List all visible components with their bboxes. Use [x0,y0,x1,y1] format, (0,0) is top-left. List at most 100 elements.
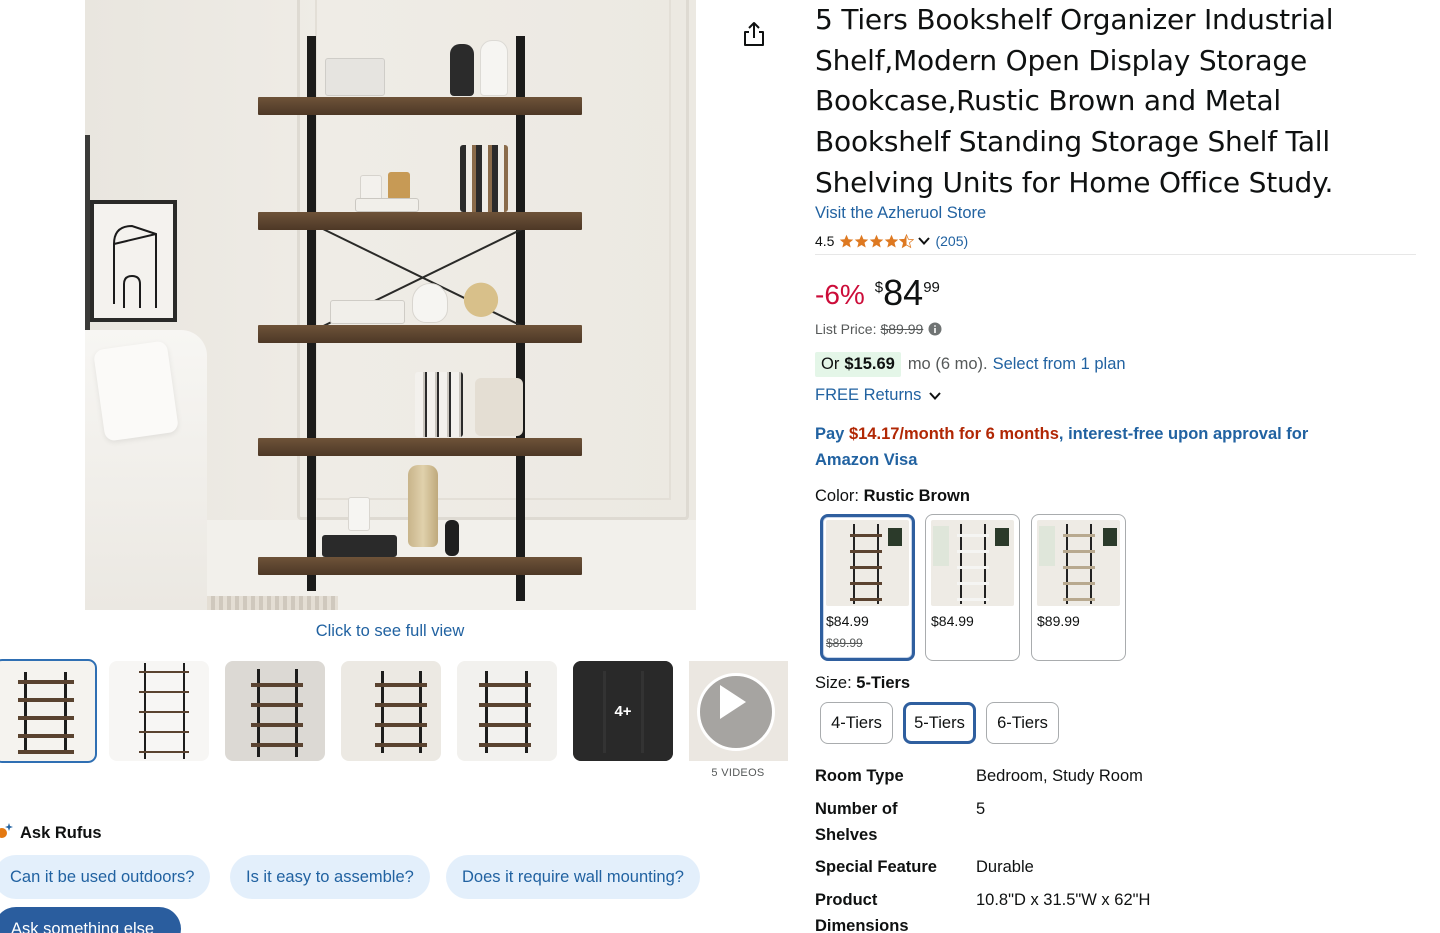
thumbnail-3[interactable] [225,661,325,761]
shelf-decor [480,40,508,96]
shelf-decor [322,535,397,557]
rufus-sparkle-icon [0,822,14,840]
shelf-decor [457,265,505,323]
product-title: 5 Tiers Bookshelf Organizer Industrial S… [815,3,1334,199]
video-thumbnail[interactable] [689,661,788,761]
sofa-cushion [92,340,180,442]
star-icon [885,234,899,247]
plan-amount: $15.69 [844,355,895,373]
discount-percent: -6% [815,279,865,310]
shelf-decor [348,497,370,531]
chevron-down-icon[interactable] [917,234,931,248]
visa-promo[interactable]: Pay $14.17/month for 6 months, interest-… [815,422,1375,473]
color-swatch-3[interactable]: $89.99 [1031,514,1126,661]
size-option-6-tiers[interactable]: 6-Tiers [986,702,1059,744]
spec-key-room-type: Room Type [815,767,904,785]
price-block: -6% $ 84 99 [815,271,940,315]
free-returns-dropdown[interactable]: FREE Returns [815,386,942,405]
swatch-price: $84.99 [931,613,974,629]
spec-value-special-feature: Durable [976,858,1034,876]
star-icon [870,234,884,247]
swatch-image [931,520,1014,606]
store-link[interactable]: Visit the Azheruol Store [815,204,986,223]
spec-key-number-of-shelves: Number of Shelves [815,800,898,844]
shelf-decor [330,300,405,324]
thumbnail-more[interactable]: 4+ [573,661,673,761]
shelf-board [258,438,582,456]
shelf-decor [445,520,459,556]
spec-key-special-feature: Special Feature [815,858,937,876]
list-price-label: List Price: [815,321,877,337]
shelf-board [258,97,582,115]
swatch-list-price: $89.99 [826,636,863,650]
size-label: Size: 5-Tiers [815,674,910,693]
plan-or: Or [821,355,840,373]
rufus-chip-assemble[interactable]: Is it easy to assemble? [230,855,430,899]
color-label-prefix: Color: [815,487,864,505]
swatch-price: $84.99 [826,613,869,629]
shelf-decor [325,58,385,96]
free-returns-label: FREE Returns [815,386,922,404]
price-fraction: 99 [923,279,940,296]
shelf-decor [415,372,463,437]
spec-value-number-of-shelves: 5 [976,800,986,818]
shelf-decor [450,44,474,96]
info-icon[interactable] [928,322,942,336]
color-swatch-rustic-brown[interactable]: $84.99 $89.99 [820,514,915,661]
rating-stars[interactable] [839,233,915,249]
swatch-image [1037,520,1120,606]
color-label: Color: Rustic Brown [815,487,970,506]
installment-plan: Or $15.69 mo (6 mo). Select from 1 plan [815,352,1126,377]
visa-prefix: Pay [815,425,849,443]
swatch-image [826,520,909,606]
size-option-4-tiers[interactable]: 4-Tiers [820,702,893,744]
video-count: 5 VIDEOS [711,767,765,779]
shelf-board [258,325,582,343]
full-view-link[interactable]: Click to see full view [290,622,490,641]
color-selected: Rustic Brown [863,487,970,505]
wall-art [90,200,177,322]
plan-term: mo (6 mo). [907,355,988,373]
star-icon [855,234,869,247]
shelf-decor [460,145,508,212]
play-icon-triangle [720,685,746,719]
thumbnail-1[interactable] [0,659,97,763]
visa-amount: $14.17/month for 6 months [848,425,1059,443]
rufus-title: Ask Rufus [20,824,102,842]
main-product-image[interactable] [85,0,696,610]
more-images-label: 4+ [573,661,673,761]
ask-something-else-button[interactable]: Ask something else [0,907,181,933]
swatch-price: $89.99 [1037,613,1080,629]
select-plan-link[interactable]: Select from 1 plan [993,355,1126,374]
thumbnail-5[interactable] [457,661,557,761]
rating-count-link[interactable]: (205) [935,233,968,249]
shelf-board [258,557,582,575]
shelf-decor [408,465,438,547]
divider [815,254,1416,255]
price-whole: 84 [883,272,924,313]
share-icon[interactable] [740,20,768,48]
star-icon [840,234,854,247]
shelf-decor [412,283,448,323]
spec-value-room-type: Bedroom, Study Room [976,767,1143,785]
spec-value-product-dimensions: 10.8"D x 31.5"W x 62"H [976,891,1151,909]
rufus-chip-wall-mounting[interactable]: Does it require wall mounting? [446,855,700,899]
color-swatch-2[interactable]: $84.99 [925,514,1020,661]
rating-value: 4.5 [815,233,835,249]
thumbnail-2[interactable] [109,661,209,761]
size-selected: 5-Tiers [856,674,911,692]
half-star-icon [899,233,915,248]
shelf-decor [388,172,410,200]
size-option-5-tiers[interactable]: 5-Tiers [903,702,976,744]
size-label-prefix: Size: [815,674,857,692]
shelf-decor [355,198,419,212]
shelf-post [516,36,525,601]
rufus-chip-outdoors[interactable]: Can it be used outdoors? [0,855,211,899]
rating-row: 4.5 (205) [815,231,968,251]
chevron-down-icon [929,391,942,400]
list-price-value: $89.99 [880,321,924,337]
list-price: List Price: $89.99 [815,321,942,337]
thumbnail-4[interactable] [341,661,441,761]
shelf-board [258,212,582,230]
plan-badge: Or $15.69 [815,352,901,377]
